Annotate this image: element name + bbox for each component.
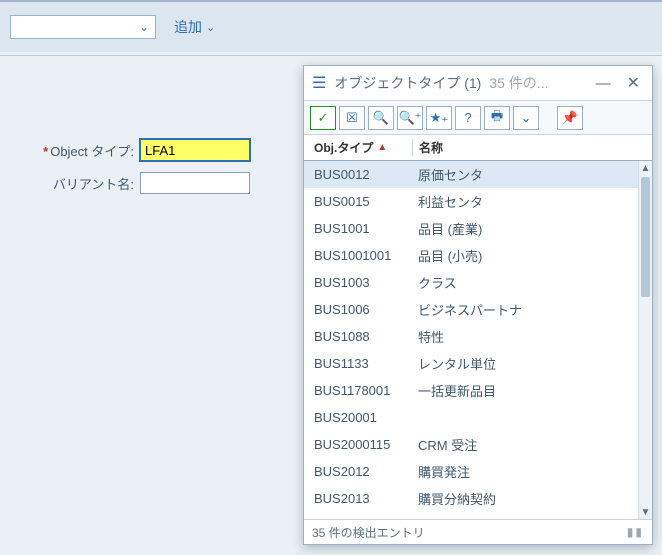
table-row[interactable]: BUS1088特性 (304, 323, 638, 350)
cell-name: 原価センタ (412, 165, 638, 184)
table-row[interactable]: BUS1006ビジネスパートナ (304, 296, 638, 323)
add-label: 追加 (174, 17, 202, 37)
cell-obj-type: BUS1178001 (304, 383, 412, 398)
header-name[interactable]: 名称 (412, 139, 652, 156)
cell-name: 一括更新品目 (412, 381, 638, 400)
scroll-down-icon[interactable]: ▼ (641, 505, 651, 519)
dialog-count: 35 件の... (489, 73, 548, 93)
add-menu[interactable]: 追加 ⌄ (174, 17, 215, 37)
scroll-up-icon[interactable]: ▲ (641, 161, 651, 175)
search-next-button[interactable]: 🔍⁺ (397, 106, 423, 130)
results-table: Obj.タイプ ▲ 名称 BUS0012原価センタBUS0015利益センタBUS… (304, 135, 652, 520)
vertical-scrollbar[interactable]: ▲ ▼ (638, 161, 652, 519)
cell-obj-type: BUS1088 (304, 329, 412, 344)
table-row[interactable]: BUS2013購買分納契約 (304, 485, 638, 512)
required-star-icon: * (43, 144, 48, 159)
cell-name: CRM 受注 (412, 435, 638, 454)
cell-name: 品目 (小売) (412, 246, 638, 265)
help-button[interactable]: ? (455, 106, 481, 130)
dialog-statusbar: 35 件の検出エントリ ▮▮ (304, 520, 652, 544)
header-obj-type[interactable]: Obj.タイプ ▲ (304, 139, 412, 156)
mode-combo[interactable]: ⌄ (10, 15, 156, 39)
cell-name: 特性 (412, 327, 638, 346)
cell-obj-type: BUS20001 (304, 410, 412, 425)
variant-label: バリアント名: (30, 174, 140, 193)
cell-obj-type: BUS2000115 (304, 437, 412, 452)
table-row[interactable]: BUS2000115CRM 受注 (304, 431, 638, 458)
table-row[interactable]: BUS0015利益センタ (304, 188, 638, 215)
table-row[interactable]: BUS20001 (304, 404, 638, 431)
cancel-button[interactable]: ☒ (339, 106, 365, 130)
cell-name: 利益センタ (412, 192, 638, 211)
dialog-toolbar: ✓ ☒ 🔍 🔍⁺ ★₊ ? 🖶 ⌄ 📌 (304, 101, 652, 135)
chevron-down-icon: ⌄ (206, 21, 215, 34)
value-help-dialog: ☰ オブジェクトタイプ (1) 35 件の... — ✕ ✓ ☒ 🔍 🔍⁺ ★₊… (303, 65, 653, 545)
table-row[interactable]: BUS1003クラス (304, 269, 638, 296)
sort-ascending-icon: ▲ (377, 142, 387, 153)
selection-form: *Object タイプ: バリアント名: (30, 138, 280, 204)
table-row[interactable]: BUS0012原価センタ (304, 161, 638, 188)
cell-obj-type: BUS1001001 (304, 248, 412, 263)
divider (0, 55, 662, 56)
search-button[interactable]: 🔍 (368, 106, 394, 130)
variant-input[interactable] (140, 172, 250, 194)
favorite-button[interactable]: ★₊ (426, 106, 452, 130)
table-header: Obj.タイプ ▲ 名称 (304, 135, 652, 161)
dialog-title: オブジェクトタイプ (1) (334, 73, 481, 93)
table-row[interactable]: BUS1001001品目 (小売) (304, 242, 638, 269)
table-row[interactable]: BUS1001品目 (産業) (304, 215, 638, 242)
top-toolbar: ⌄ 追加 ⌄ (0, 0, 662, 52)
cell-obj-type: BUS1003 (304, 275, 412, 290)
table-row[interactable]: BUS2012購買発注 (304, 458, 638, 485)
pin-button[interactable]: 📌 (557, 106, 583, 130)
dialog-titlebar: ☰ オブジェクトタイプ (1) 35 件の... — ✕ (304, 66, 652, 101)
close-icon[interactable]: ✕ (623, 73, 644, 93)
status-text: 35 件の検出エントリ (312, 524, 425, 541)
cell-obj-type: BUS1133 (304, 356, 412, 371)
minimize-icon[interactable]: — (592, 75, 615, 92)
table-row[interactable]: BUS1178001一括更新品目 (304, 377, 638, 404)
cell-name: 品目 (産業) (412, 219, 638, 238)
cell-obj-type: BUS0015 (304, 194, 412, 209)
print-button[interactable]: 🖶 (484, 106, 510, 130)
cell-obj-type: BUS2013 (304, 491, 412, 506)
cell-obj-type: BUS0012 (304, 167, 412, 182)
pause-icon: ▮▮ (627, 525, 644, 539)
chevron-down-icon: ⌄ (139, 20, 149, 34)
hamburger-icon[interactable]: ☰ (312, 73, 326, 93)
table-row[interactable]: BUS1133レンタル単位 (304, 350, 638, 377)
more-button[interactable]: ⌄ (513, 106, 539, 130)
cell-obj-type: BUS2012 (304, 464, 412, 479)
cell-name: ビジネスパートナ (412, 300, 638, 319)
cell-name: レンタル単位 (412, 354, 638, 373)
cell-obj-type: BUS1001 (304, 221, 412, 236)
cell-obj-type: BUS1006 (304, 302, 412, 317)
cell-name: クラス (412, 273, 638, 292)
object-type-label: *Object タイプ: (30, 141, 140, 160)
accept-button[interactable]: ✓ (310, 106, 336, 130)
cell-name: 購買発注 (412, 462, 638, 481)
object-type-input[interactable] (140, 139, 250, 161)
scrollbar-thumb[interactable] (641, 177, 650, 297)
cell-name: 購買分納契約 (412, 489, 638, 508)
